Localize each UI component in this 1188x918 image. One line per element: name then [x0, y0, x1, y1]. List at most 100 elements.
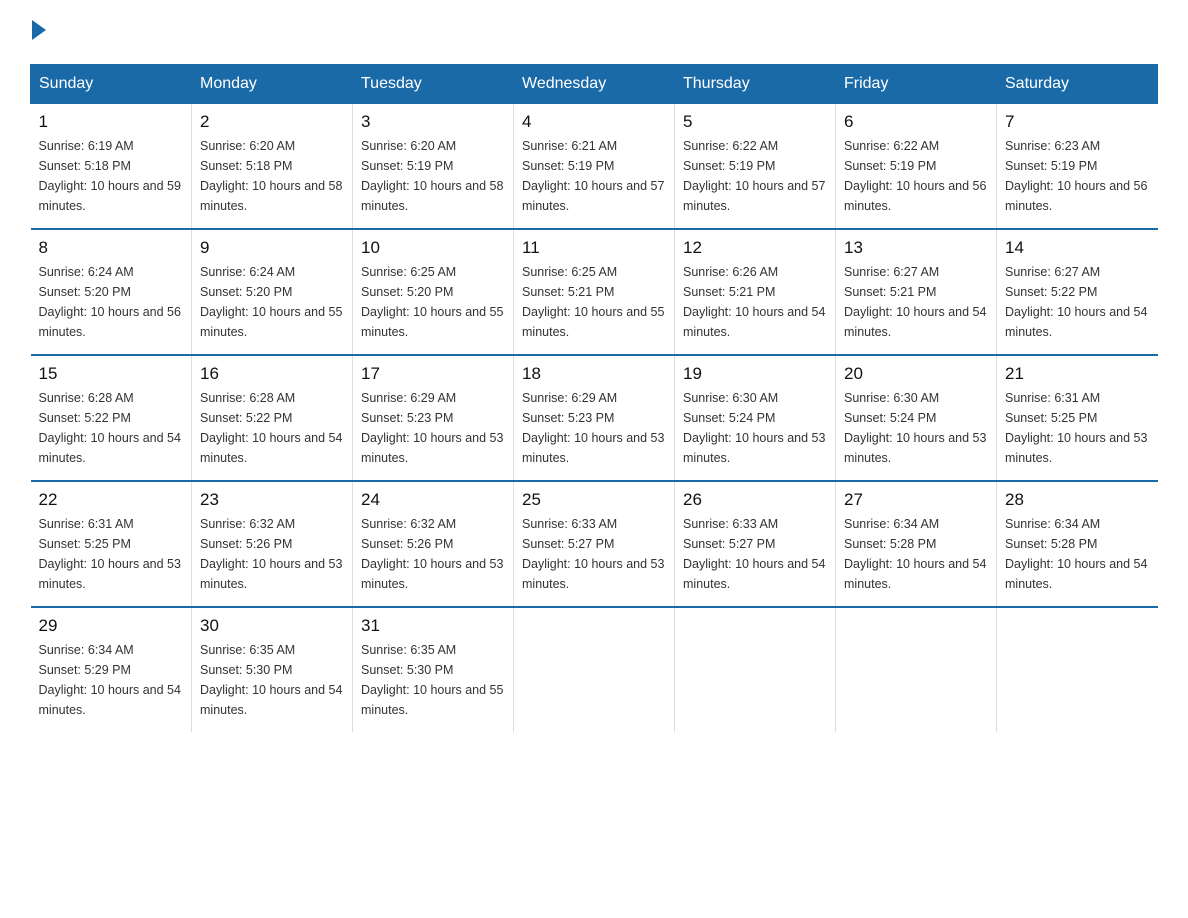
day-number: 21	[1005, 364, 1150, 384]
day-info: Sunrise: 6:27 AMSunset: 5:22 PMDaylight:…	[1005, 262, 1150, 342]
calendar-day-cell: 29 Sunrise: 6:34 AMSunset: 5:29 PMDayligh…	[31, 607, 192, 732]
logo-block	[30, 20, 46, 44]
day-info: Sunrise: 6:32 AMSunset: 5:26 PMDaylight:…	[361, 514, 505, 594]
day-number: 7	[1005, 112, 1150, 132]
day-info: Sunrise: 6:29 AMSunset: 5:23 PMDaylight:…	[361, 388, 505, 468]
day-number: 5	[683, 112, 827, 132]
calendar-day-cell	[836, 607, 997, 732]
day-number: 25	[522, 490, 666, 510]
calendar-day-cell: 18 Sunrise: 6:29 AMSunset: 5:23 PMDayligh…	[514, 355, 675, 481]
weekday-header-sunday: Sunday	[31, 65, 192, 104]
day-number: 26	[683, 490, 827, 510]
weekday-header-friday: Friday	[836, 65, 997, 104]
calendar-day-cell: 28 Sunrise: 6:34 AMSunset: 5:28 PMDayligh…	[997, 481, 1158, 607]
day-number: 8	[39, 238, 184, 258]
day-number: 23	[200, 490, 344, 510]
calendar-day-cell	[675, 607, 836, 732]
calendar-day-cell: 31 Sunrise: 6:35 AMSunset: 5:30 PMDayligh…	[353, 607, 514, 732]
weekday-header-tuesday: Tuesday	[353, 65, 514, 104]
day-info: Sunrise: 6:33 AMSunset: 5:27 PMDaylight:…	[683, 514, 827, 594]
calendar-day-cell: 30 Sunrise: 6:35 AMSunset: 5:30 PMDayligh…	[192, 607, 353, 732]
day-number: 3	[361, 112, 505, 132]
calendar-week-row: 8 Sunrise: 6:24 AMSunset: 5:20 PMDaylight…	[31, 229, 1158, 355]
weekday-header-monday: Monday	[192, 65, 353, 104]
day-info: Sunrise: 6:35 AMSunset: 5:30 PMDaylight:…	[200, 640, 344, 720]
calendar-day-cell: 7 Sunrise: 6:23 AMSunset: 5:19 PMDaylight…	[997, 104, 1158, 230]
calendar-day-cell: 21 Sunrise: 6:31 AMSunset: 5:25 PMDayligh…	[997, 355, 1158, 481]
day-info: Sunrise: 6:32 AMSunset: 5:26 PMDaylight:…	[200, 514, 344, 594]
day-number: 28	[1005, 490, 1150, 510]
calendar-week-row: 15Sunrise: 6:28 AMSunset: 5:22 PMDayligh…	[31, 355, 1158, 481]
day-number: 11	[522, 238, 666, 258]
calendar-day-cell: 9Sunrise: 6:24 AMSunset: 5:20 PMDaylight…	[192, 229, 353, 355]
calendar-day-cell: 14 Sunrise: 6:27 AMSunset: 5:22 PMDayligh…	[997, 229, 1158, 355]
calendar-week-row: 22 Sunrise: 6:31 AMSunset: 5:25 PMDayligh…	[31, 481, 1158, 607]
day-info: Sunrise: 6:29 AMSunset: 5:23 PMDaylight:…	[522, 388, 666, 468]
day-info: Sunrise: 6:24 AMSunset: 5:20 PMDaylight:…	[200, 262, 344, 342]
calendar-day-cell: 15Sunrise: 6:28 AMSunset: 5:22 PMDayligh…	[31, 355, 192, 481]
day-info: Sunrise: 6:34 AMSunset: 5:28 PMDaylight:…	[1005, 514, 1150, 594]
day-info: Sunrise: 6:34 AMSunset: 5:28 PMDaylight:…	[844, 514, 988, 594]
calendar-day-cell: 2 Sunrise: 6:20 AMSunset: 5:18 PMDaylight…	[192, 104, 353, 230]
calendar-day-cell: 11 Sunrise: 6:25 AMSunset: 5:21 PMDayligh…	[514, 229, 675, 355]
calendar-day-cell	[514, 607, 675, 732]
calendar-day-cell: 4Sunrise: 6:21 AMSunset: 5:19 PMDaylight…	[514, 104, 675, 230]
day-number: 18	[522, 364, 666, 384]
day-number: 2	[200, 112, 344, 132]
day-number: 30	[200, 616, 344, 636]
day-number: 10	[361, 238, 505, 258]
day-info: Sunrise: 6:30 AMSunset: 5:24 PMDaylight:…	[683, 388, 827, 468]
day-number: 1	[39, 112, 184, 132]
calendar-day-cell: 27Sunrise: 6:34 AMSunset: 5:28 PMDayligh…	[836, 481, 997, 607]
day-info: Sunrise: 6:26 AMSunset: 5:21 PMDaylight:…	[683, 262, 827, 342]
calendar-day-cell	[997, 607, 1158, 732]
calendar-day-cell: 22 Sunrise: 6:31 AMSunset: 5:25 PMDayligh…	[31, 481, 192, 607]
day-number: 29	[39, 616, 184, 636]
logo	[30, 20, 46, 44]
calendar-day-cell: 24Sunrise: 6:32 AMSunset: 5:26 PMDayligh…	[353, 481, 514, 607]
calendar-week-row: 29 Sunrise: 6:34 AMSunset: 5:29 PMDayligh…	[31, 607, 1158, 732]
calendar-day-cell: 20 Sunrise: 6:30 AMSunset: 5:24 PMDayligh…	[836, 355, 997, 481]
calendar-day-cell: 25 Sunrise: 6:33 AMSunset: 5:27 PMDayligh…	[514, 481, 675, 607]
calendar-day-cell: 13 Sunrise: 6:27 AMSunset: 5:21 PMDayligh…	[836, 229, 997, 355]
day-number: 12	[683, 238, 827, 258]
day-info: Sunrise: 6:20 AMSunset: 5:19 PMDaylight:…	[361, 136, 505, 216]
day-info: Sunrise: 6:33 AMSunset: 5:27 PMDaylight:…	[522, 514, 666, 594]
day-info: Sunrise: 6:31 AMSunset: 5:25 PMDaylight:…	[39, 514, 184, 594]
day-info: Sunrise: 6:22 AMSunset: 5:19 PMDaylight:…	[844, 136, 988, 216]
day-number: 19	[683, 364, 827, 384]
day-number: 14	[1005, 238, 1150, 258]
calendar-day-cell: 26 Sunrise: 6:33 AMSunset: 5:27 PMDayligh…	[675, 481, 836, 607]
day-info: Sunrise: 6:22 AMSunset: 5:19 PMDaylight:…	[683, 136, 827, 216]
logo-arrow-icon	[32, 20, 46, 40]
calendar-day-cell: 16Sunrise: 6:28 AMSunset: 5:22 PMDayligh…	[192, 355, 353, 481]
calendar-table: SundayMondayTuesdayWednesdayThursdayFrid…	[30, 64, 1158, 732]
calendar-day-cell: 12 Sunrise: 6:26 AMSunset: 5:21 PMDayligh…	[675, 229, 836, 355]
day-info: Sunrise: 6:30 AMSunset: 5:24 PMDaylight:…	[844, 388, 988, 468]
weekday-header-saturday: Saturday	[997, 65, 1158, 104]
day-info: Sunrise: 6:20 AMSunset: 5:18 PMDaylight:…	[200, 136, 344, 216]
calendar-day-cell: 1Sunrise: 6:19 AMSunset: 5:18 PMDaylight…	[31, 104, 192, 230]
day-info: Sunrise: 6:23 AMSunset: 5:19 PMDaylight:…	[1005, 136, 1150, 216]
day-number: 17	[361, 364, 505, 384]
day-number: 20	[844, 364, 988, 384]
calendar-day-cell: 23 Sunrise: 6:32 AMSunset: 5:26 PMDayligh…	[192, 481, 353, 607]
day-number: 31	[361, 616, 505, 636]
day-info: Sunrise: 6:21 AMSunset: 5:19 PMDaylight:…	[522, 136, 666, 216]
day-number: 22	[39, 490, 184, 510]
day-info: Sunrise: 6:31 AMSunset: 5:25 PMDaylight:…	[1005, 388, 1150, 468]
page-header	[30, 20, 1158, 44]
calendar-day-cell: 6Sunrise: 6:22 AMSunset: 5:19 PMDaylight…	[836, 104, 997, 230]
day-info: Sunrise: 6:34 AMSunset: 5:29 PMDaylight:…	[39, 640, 184, 720]
day-info: Sunrise: 6:25 AMSunset: 5:21 PMDaylight:…	[522, 262, 666, 342]
weekday-header-row: SundayMondayTuesdayWednesdayThursdayFrid…	[31, 65, 1158, 104]
calendar-day-cell: 8Sunrise: 6:24 AMSunset: 5:20 PMDaylight…	[31, 229, 192, 355]
day-number: 13	[844, 238, 988, 258]
calendar-day-cell: 19 Sunrise: 6:30 AMSunset: 5:24 PMDayligh…	[675, 355, 836, 481]
day-info: Sunrise: 6:35 AMSunset: 5:30 PMDaylight:…	[361, 640, 505, 720]
calendar-day-cell: 5 Sunrise: 6:22 AMSunset: 5:19 PMDaylight…	[675, 104, 836, 230]
day-info: Sunrise: 6:27 AMSunset: 5:21 PMDaylight:…	[844, 262, 988, 342]
calendar-day-cell: 10Sunrise: 6:25 AMSunset: 5:20 PMDayligh…	[353, 229, 514, 355]
calendar-week-row: 1Sunrise: 6:19 AMSunset: 5:18 PMDaylight…	[31, 104, 1158, 230]
calendar-day-cell: 17 Sunrise: 6:29 AMSunset: 5:23 PMDayligh…	[353, 355, 514, 481]
